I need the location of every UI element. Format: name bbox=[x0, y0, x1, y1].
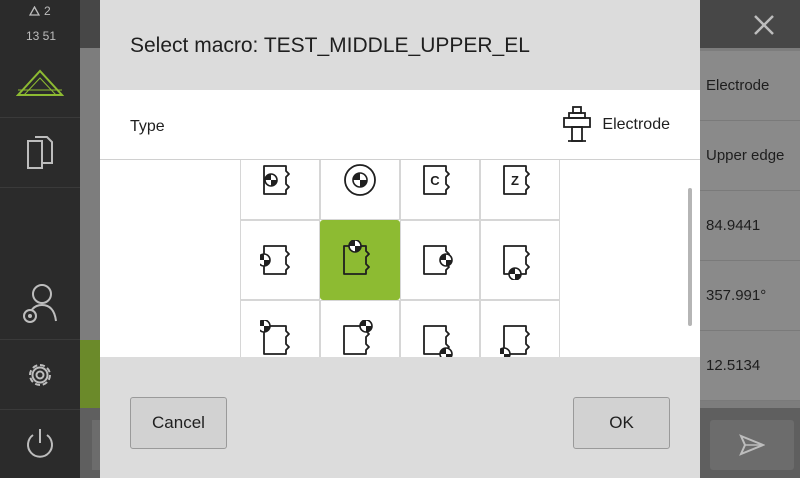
macro-option-text[interactable]: Z bbox=[480, 160, 560, 220]
dialog-footer: Cancel OK bbox=[100, 357, 700, 478]
type-row: Type Electrode bbox=[100, 90, 700, 160]
cancel-button[interactable]: Cancel bbox=[130, 397, 227, 449]
send-icon bbox=[739, 434, 765, 456]
power-icon bbox=[27, 429, 53, 458]
macro-target-bottom-right-icon bbox=[423, 325, 453, 357]
clock: 13 51 bbox=[26, 29, 57, 43]
type-label: Type bbox=[130, 118, 165, 135]
macro-option-target-top-right[interactable] bbox=[320, 300, 400, 357]
documents-icon bbox=[27, 135, 53, 169]
macro-letter: Z bbox=[511, 173, 519, 188]
macro-target-center-icon bbox=[344, 164, 376, 196]
macro-option-target-top-middle[interactable] bbox=[320, 220, 400, 300]
macro-grid-area[interactable]: CZ bbox=[100, 160, 700, 357]
measure-triangle-icon bbox=[16, 69, 64, 96]
macro-target-bottom-left-icon bbox=[503, 245, 530, 280]
background-footer-button bbox=[92, 420, 100, 470]
ok-button[interactable]: OK bbox=[573, 397, 670, 449]
macro-text-icon: C bbox=[423, 165, 450, 195]
message-indicator[interactable]: 2 bbox=[29, 4, 51, 18]
macro-option-target-bottom-left-corner[interactable] bbox=[480, 300, 560, 357]
scrollbar[interactable] bbox=[688, 188, 692, 326]
macro-option-target-top-left[interactable] bbox=[240, 300, 320, 357]
macro-option-target-bottom-right[interactable] bbox=[400, 300, 480, 357]
select-macro-dialog: Select macro: TEST_MIDDLE_UPPER_EL Type … bbox=[100, 0, 700, 478]
macro-letter: C bbox=[430, 173, 440, 188]
macro-target-right-middle-icon bbox=[423, 245, 453, 275]
macro-option-target-inside-left[interactable] bbox=[240, 160, 320, 220]
warning-triangle-icon bbox=[29, 6, 40, 16]
macro-option-target-bottom-left[interactable] bbox=[480, 220, 560, 300]
sidebar-item-power[interactable] bbox=[0, 410, 80, 478]
dialog-title: Select macro: TEST_MIDDLE_UPPER_EL bbox=[130, 34, 530, 57]
macro-target-left-middle-icon bbox=[260, 245, 290, 275]
macro-option-text[interactable]: C bbox=[400, 160, 480, 220]
bg-row: 12.5134 bbox=[700, 331, 800, 401]
status-bar: 2 13 51 bbox=[0, 0, 80, 48]
sidebar-item-user[interactable] bbox=[0, 270, 80, 340]
macro-option-target-left-middle[interactable] bbox=[240, 220, 320, 300]
background-accent-strip bbox=[80, 340, 100, 408]
macro-target-bottom-left-corner-icon bbox=[500, 325, 530, 357]
tool-indicator: Electrode bbox=[562, 106, 670, 144]
gear-icon bbox=[29, 363, 51, 386]
macro-target-top-left-icon bbox=[260, 320, 290, 355]
sidebar-item-settings[interactable] bbox=[0, 340, 80, 410]
sidebar: 2 13 51 bbox=[0, 0, 80, 478]
user-settings-icon bbox=[23, 283, 57, 323]
tool-label: Electrode bbox=[602, 116, 670, 133]
bg-row: 357.991° bbox=[700, 261, 800, 331]
bg-row: Electrode bbox=[700, 51, 800, 121]
close-button[interactable] bbox=[740, 6, 788, 44]
sidebar-item-measure[interactable] bbox=[0, 48, 80, 118]
macro-text-icon: Z bbox=[503, 165, 530, 195]
bg-row: Upper edge bbox=[700, 121, 800, 191]
message-count: 2 bbox=[44, 4, 51, 18]
send-button[interactable] bbox=[710, 420, 794, 470]
macro-option-target-right-middle[interactable] bbox=[400, 220, 480, 300]
macro-option-target-center[interactable] bbox=[320, 160, 400, 220]
bg-row: 84.9441 bbox=[700, 191, 800, 261]
macro-target-top-right-icon bbox=[343, 320, 373, 355]
sidebar-item-documents[interactable] bbox=[0, 118, 80, 188]
electrode-icon bbox=[563, 106, 592, 142]
macro-target-top-middle-icon bbox=[343, 240, 370, 275]
close-icon bbox=[754, 15, 774, 35]
macro-target-inside-left-icon bbox=[263, 165, 290, 195]
